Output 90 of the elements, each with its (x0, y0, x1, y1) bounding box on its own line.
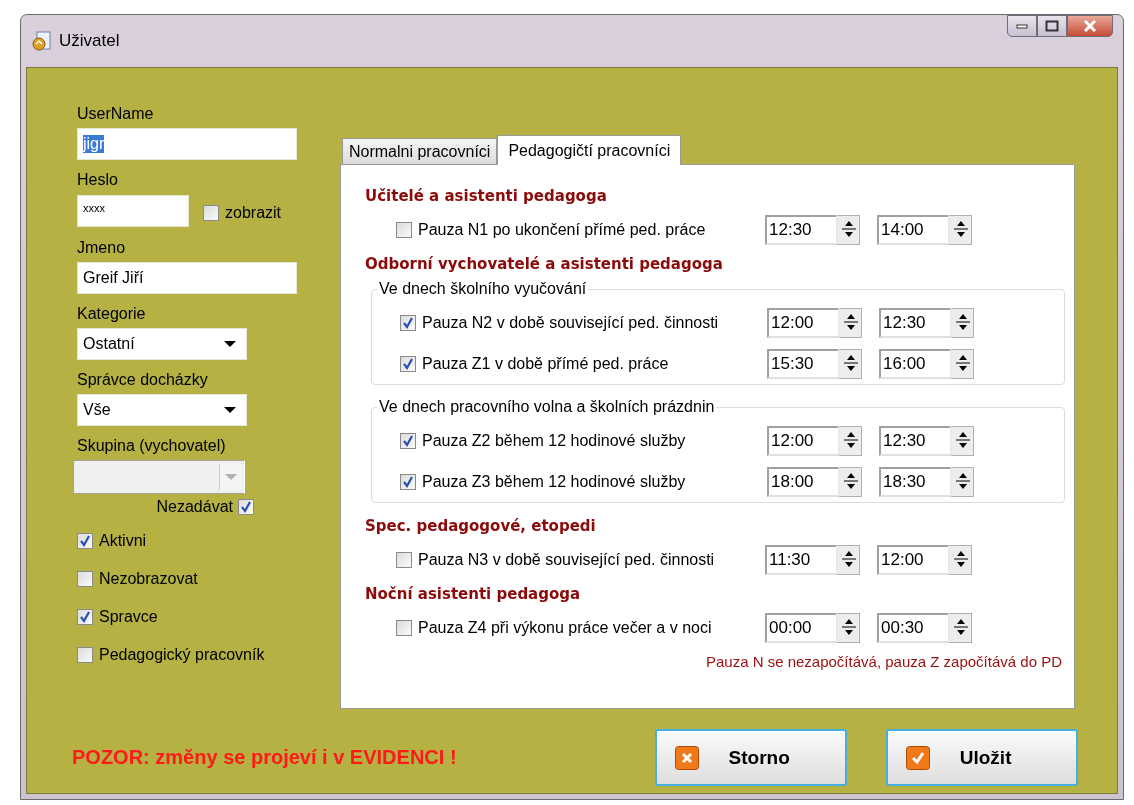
spinner-button[interactable] (950, 466, 974, 497)
time-field[interactable]: 11:30 (765, 545, 836, 575)
checkbox[interactable] (77, 571, 93, 587)
spinner-button[interactable] (948, 215, 972, 245)
spinner-button[interactable] (838, 348, 862, 379)
time-field[interactable]: 12:00 (767, 307, 838, 338)
close-icon (1083, 20, 1097, 32)
checkbox-label: Pedagogický pracovník (99, 646, 265, 664)
checkbox-label: Nezadávat (156, 498, 233, 516)
checkbox[interactable] (396, 222, 412, 238)
save-button[interactable]: Uložit (885, 729, 1078, 786)
group-title: Ve dnech školního vyučování (377, 280, 589, 298)
time-field[interactable]: 18:00 (767, 466, 838, 497)
caret-icon (225, 474, 237, 480)
checkbox[interactable] (400, 432, 416, 449)
checkbox[interactable] (400, 314, 416, 331)
checkbox[interactable] (203, 205, 219, 221)
time-field[interactable]: 12:00 (877, 545, 948, 575)
dropdown[interactable]: Vše (77, 394, 247, 426)
checkbox-label: Pauza N1 po ukončení přímé ped. práce (418, 221, 706, 239)
spinner-button[interactable] (838, 307, 862, 338)
checkbox-label: Pauza Z2 během 12 hodinové služby (422, 431, 686, 450)
field-label: Jmeno (77, 238, 127, 258)
password-field[interactable]: xxxx (77, 195, 189, 227)
time-field[interactable]: 14:00 (877, 215, 948, 245)
spinner-button[interactable] (950, 425, 974, 456)
spinner-button[interactable] (836, 545, 860, 575)
spinner-button[interactable] (950, 348, 974, 379)
maximize-button[interactable] (1037, 15, 1067, 37)
checkbox-label: zobrazit (225, 204, 282, 222)
minimize-icon (1016, 23, 1028, 29)
note-text: Pauza N se nezapočítává, pauza Z započítává do PD (705, 653, 1062, 670)
checkbox-label: Pauza N3 v době související ped. činnosti (418, 551, 715, 569)
checkbox[interactable] (77, 647, 93, 663)
field-label: Kategorie (77, 304, 147, 324)
checkbox[interactable] (396, 620, 412, 636)
field-label: Skupina (vychovatel) (77, 436, 227, 456)
time-field[interactable]: 16:00 (879, 348, 950, 379)
section-heading: Odborní vychovatelé a asistenti pedagoga (365, 254, 724, 275)
checkbox[interactable] (400, 473, 416, 490)
checkbox[interactable] (77, 609, 93, 625)
checkbox-label: Spravce (99, 608, 158, 626)
checkbox-label: Pauza N2 v době související ped. činnosti (422, 313, 719, 332)
field-label: UserName (77, 104, 155, 124)
warning-text: POZOR: změny se projeví i v EVIDENCI ! (72, 746, 458, 769)
time-field[interactable]: 12:00 (767, 425, 838, 456)
checkbox[interactable] (400, 355, 416, 372)
checkbox[interactable] (238, 499, 254, 515)
field-label: Heslo (77, 170, 119, 190)
tab[interactable]: Pedagogičtí pracovníci (497, 135, 682, 165)
app-icon (31, 30, 53, 52)
time-field[interactable]: 12:30 (879, 307, 950, 338)
checkbox[interactable] (396, 552, 412, 568)
time-field[interactable]: 00:00 (765, 613, 836, 643)
maximize-icon (1045, 20, 1059, 32)
spinner-button[interactable] (836, 613, 860, 643)
spinner-button[interactable] (838, 425, 862, 456)
spinner-button[interactable] (836, 215, 860, 245)
window-title: Uživatel (59, 31, 120, 51)
text-field[interactable]: jigr (77, 128, 297, 160)
tab[interactable]: Normalni pracovníci (342, 138, 498, 164)
checkbox-label: Pauza Z4 při výkonu práce večer a v noci (418, 619, 712, 637)
checkbox-label: Aktivni (99, 532, 147, 550)
spinner-button[interactable] (948, 545, 972, 575)
text-field[interactable]: Greif Jiří (77, 262, 297, 294)
checkbox[interactable] (77, 533, 93, 549)
time-field[interactable]: 18:30 (879, 466, 950, 497)
time-field[interactable]: 15:30 (767, 348, 838, 379)
spinner-button[interactable] (838, 466, 862, 497)
dropdown[interactable]: Ostatní (77, 328, 247, 360)
checkbox-label: Pauza Z1 v době přímé ped. práce (422, 354, 669, 373)
section-heading: Učitelé a asistenti pedagoga (365, 186, 608, 207)
checkbox-label: Pauza Z3 během 12 hodinové služby (422, 472, 686, 491)
caret-icon (224, 407, 236, 413)
time-field[interactable]: 00:30 (877, 613, 948, 643)
group-title: Ve dnech pracovního volna a školních prázdnin (377, 398, 717, 416)
check-icon (905, 745, 930, 770)
cancel-button[interactable]: Storno (654, 729, 847, 786)
time-field[interactable]: 12:30 (765, 215, 836, 245)
checkbox-label: Nezobrazovat (99, 570, 198, 588)
spinner-button[interactable] (948, 613, 972, 643)
time-field[interactable]: 12:30 (879, 425, 950, 456)
close-button[interactable] (1067, 15, 1113, 37)
field-label: Správce docházky (77, 370, 209, 390)
spinner-button[interactable] (950, 307, 974, 338)
caret-icon (224, 341, 236, 347)
minimize-button[interactable] (1007, 15, 1037, 37)
section-heading: Noční asistenti pedagoga (365, 584, 582, 605)
cross-icon (674, 745, 699, 770)
section-heading: Spec. pedagogové, etopedi (365, 516, 597, 537)
